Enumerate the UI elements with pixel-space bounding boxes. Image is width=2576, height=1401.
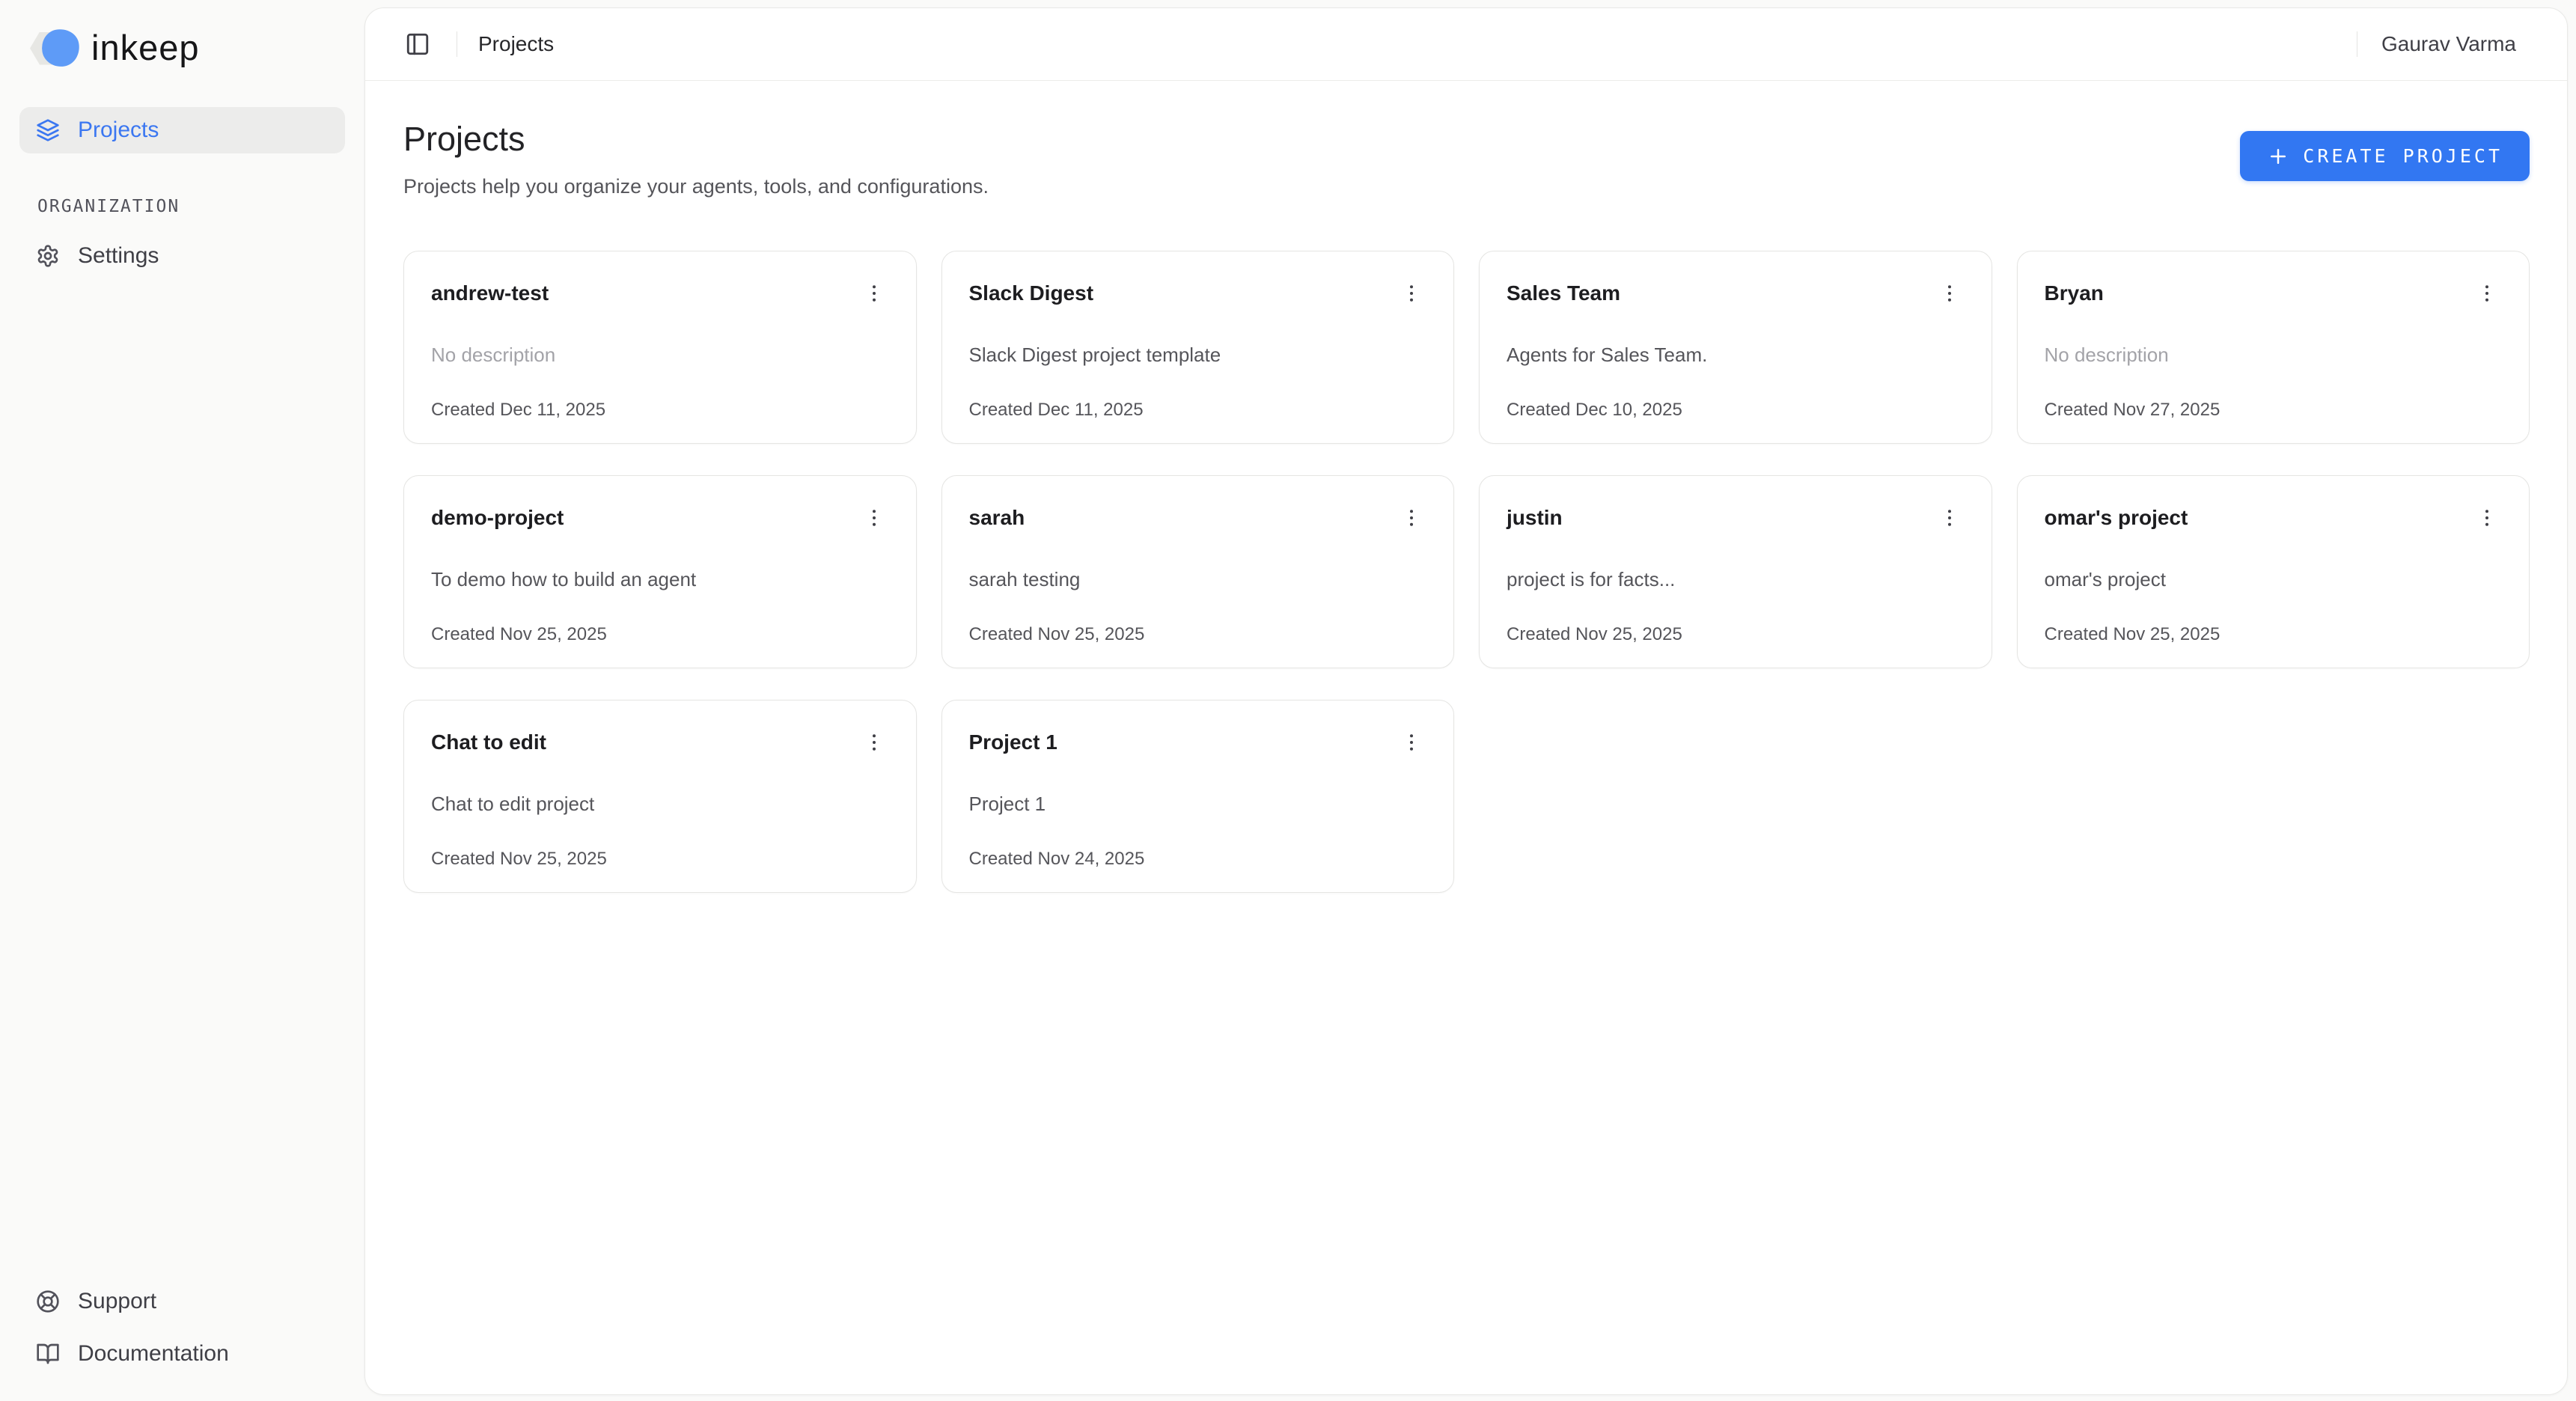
project-card-menu-button[interactable] xyxy=(2470,501,2503,534)
project-card-description: No description xyxy=(2045,344,2504,367)
project-card-title: Bryan xyxy=(2045,281,2104,305)
organization-section-label: ORGANIZATION xyxy=(37,197,345,216)
project-card-description: Agents for Sales Team. xyxy=(1507,344,1966,367)
project-card[interactable]: sarah sarah testing Created Nov 25, 2025 xyxy=(941,475,1455,668)
kebab-menu-icon xyxy=(863,282,885,305)
project-card-title: Project 1 xyxy=(969,730,1057,754)
sidebar-footer: Support Documentation xyxy=(19,1275,345,1380)
kebab-menu-icon xyxy=(1400,507,1423,529)
project-card-menu-button[interactable] xyxy=(858,277,891,310)
inkeep-logo-text: inkeep xyxy=(91,27,200,68)
project-card[interactable]: Project 1 Project 1 Created Nov 24, 2025 xyxy=(941,700,1455,893)
sidebar-item-support[interactable]: Support xyxy=(19,1275,345,1328)
user-menu-button[interactable]: Gaurav Varma xyxy=(2378,25,2519,64)
plus-icon xyxy=(2267,145,2289,168)
kebab-menu-icon xyxy=(1938,282,1961,305)
project-card-created-date: Created Nov 25, 2025 xyxy=(969,624,1429,645)
project-card-created-date: Created Dec 11, 2025 xyxy=(431,400,891,421)
project-card-menu-button[interactable] xyxy=(1395,277,1428,310)
project-card-description: Slack Digest project template xyxy=(969,344,1429,367)
sidebar-item-label: Documentation xyxy=(78,1341,229,1367)
project-card-menu-button[interactable] xyxy=(2470,277,2503,310)
project-card-created-date: Created Dec 10, 2025 xyxy=(1507,400,1966,421)
main-header: Projects Gaurav Varma xyxy=(365,8,2567,81)
project-card-description: Chat to edit project xyxy=(431,793,891,816)
sidebar-item-projects[interactable]: Projects xyxy=(19,107,345,153)
project-card-title: Slack Digest xyxy=(969,281,1094,305)
project-card-description: No description xyxy=(431,344,891,367)
project-card[interactable]: omar's project omar's project Created No… xyxy=(2017,475,2530,668)
project-card[interactable]: demo-project To demo how to build an age… xyxy=(403,475,917,668)
project-card-menu-button[interactable] xyxy=(858,501,891,534)
layers-icon xyxy=(36,118,60,142)
project-card-description: To demo how to build an agent xyxy=(431,568,891,591)
kebab-menu-icon xyxy=(1400,731,1423,754)
project-card[interactable]: andrew-test No description Created Dec 1… xyxy=(403,251,917,444)
project-card-title: sarah xyxy=(969,506,1025,530)
project-card-title: omar's project xyxy=(2045,506,2188,530)
project-card-menu-button[interactable] xyxy=(1933,277,1966,310)
page-title: Projects xyxy=(403,120,989,159)
project-card[interactable]: justin project is for facts... Created N… xyxy=(1479,475,1992,668)
project-card-title: demo-project xyxy=(431,506,564,530)
sidebar-item-documentation[interactable]: Documentation xyxy=(19,1328,345,1380)
kebab-menu-icon xyxy=(863,507,885,529)
kebab-menu-icon xyxy=(863,731,885,754)
project-card-menu-button[interactable] xyxy=(1395,726,1428,759)
project-card-menu-button[interactable] xyxy=(1395,501,1428,534)
sidebar-item-label: Projects xyxy=(78,117,159,143)
project-card-created-date: Created Nov 25, 2025 xyxy=(1507,624,1966,645)
sidebar-item-settings[interactable]: Settings xyxy=(19,233,345,279)
book-open-icon xyxy=(36,1342,60,1366)
project-card[interactable]: Sales Team Agents for Sales Team. Create… xyxy=(1479,251,1992,444)
sidebar-item-label: Support xyxy=(78,1289,156,1314)
project-card-created-date: Created Nov 25, 2025 xyxy=(431,624,891,645)
project-card-menu-button[interactable] xyxy=(1933,501,1966,534)
life-buoy-icon xyxy=(36,1289,60,1313)
project-card-created-date: Created Dec 11, 2025 xyxy=(969,400,1429,421)
projects-page: Projects Projects help you organize your… xyxy=(365,81,2567,1394)
kebab-menu-icon xyxy=(2476,507,2498,529)
inkeep-logo[interactable]: inkeep xyxy=(30,27,345,68)
project-card[interactable]: Bryan No description Created Nov 27, 202… xyxy=(2017,251,2530,444)
breadcrumb[interactable]: Projects xyxy=(478,32,554,56)
project-card-description: project is for facts... xyxy=(1507,568,1966,591)
create-project-button[interactable]: CREATE PROJECT xyxy=(2240,131,2530,181)
project-card-description: Project 1 xyxy=(969,793,1429,816)
project-card-created-date: Created Nov 25, 2025 xyxy=(2045,624,2504,645)
project-card-title: Sales Team xyxy=(1507,281,1620,305)
kebab-menu-icon xyxy=(1400,282,1423,305)
project-card-title: andrew-test xyxy=(431,281,549,305)
gear-icon xyxy=(36,244,60,268)
main-content-card: Projects Gaurav Varma Projects Projects … xyxy=(364,7,2568,1395)
create-project-button-label: CREATE PROJECT xyxy=(2303,145,2503,167)
project-card[interactable]: Chat to edit Chat to edit project Create… xyxy=(403,700,917,893)
project-card-created-date: Created Nov 25, 2025 xyxy=(431,849,891,870)
kebab-menu-icon xyxy=(1938,507,1961,529)
sidebar-toggle-button[interactable] xyxy=(400,26,436,62)
project-card-created-date: Created Nov 24, 2025 xyxy=(969,849,1429,870)
project-card-menu-button[interactable] xyxy=(858,726,891,759)
project-card-created-date: Created Nov 27, 2025 xyxy=(2045,400,2504,421)
inkeep-logo-icon xyxy=(30,29,79,67)
project-card-title: Chat to edit xyxy=(431,730,546,754)
project-card[interactable]: Slack Digest Slack Digest project templa… xyxy=(941,251,1455,444)
panel-left-icon xyxy=(405,31,430,57)
kebab-menu-icon xyxy=(2476,282,2498,305)
page-subtitle: Projects help you organize your agents, … xyxy=(403,175,989,198)
project-card-title: justin xyxy=(1507,506,1563,530)
sidebar-item-label: Settings xyxy=(78,243,159,269)
project-card-description: sarah testing xyxy=(969,568,1429,591)
project-card-description: omar's project xyxy=(2045,568,2504,591)
sidebar: inkeep Projects ORGANIZATION Settings Su… xyxy=(0,0,364,1401)
projects-grid: andrew-test No description Created Dec 1… xyxy=(403,251,2530,893)
